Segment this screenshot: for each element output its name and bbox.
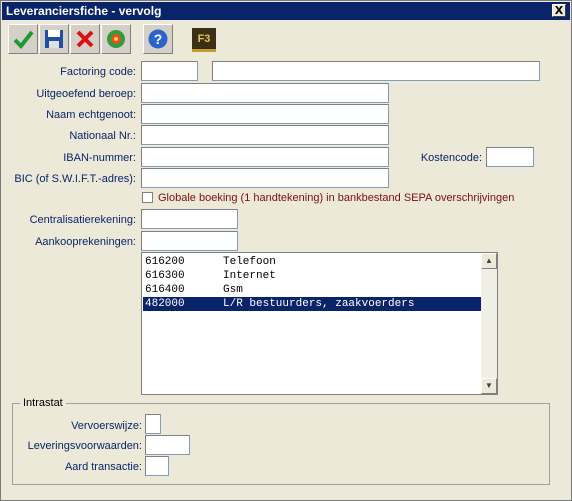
- list-item[interactable]: 616300 Internet: [143, 269, 482, 283]
- checkmark-icon: [13, 30, 34, 50]
- levering-input[interactable]: [145, 435, 190, 455]
- aankoop-input[interactable]: [141, 231, 238, 251]
- kostencode-label: Kostencode:: [420, 152, 482, 164]
- f3-shortcut-icon[interactable]: F3: [192, 28, 216, 52]
- account-code: 616400: [145, 284, 185, 296]
- nationaal-label: Nationaal Nr.:: [69, 130, 136, 142]
- globale-boeking-checkbox[interactable]: [142, 192, 153, 203]
- account-code: 616300: [145, 270, 185, 282]
- account-name: Telefoon: [223, 256, 276, 268]
- color-circle-icon: [107, 30, 125, 48]
- account-name: Gsm: [223, 284, 243, 296]
- list-item[interactable]: 616400 Gsm: [143, 283, 482, 297]
- factoring-code-input[interactable]: [141, 61, 198, 81]
- factoring-description-input[interactable]: [212, 61, 540, 81]
- echtgenoot-label: Naam echtgenoot:: [46, 109, 136, 121]
- confirm-button[interactable]: [8, 24, 38, 54]
- svg-text:?: ?: [154, 31, 163, 47]
- vertical-scrollbar[interactable]: ▲ ▼: [481, 253, 497, 394]
- echtgenoot-input[interactable]: [141, 104, 389, 124]
- vervoer-input[interactable]: [145, 414, 161, 434]
- account-code: 482000: [145, 298, 185, 310]
- red-x-icon: [76, 30, 94, 48]
- nationaal-input[interactable]: [141, 125, 389, 145]
- intrastat-title: Intrastat: [20, 397, 66, 409]
- floppy-disk-icon: [45, 30, 63, 48]
- accounts-listbox[interactable]: 616200 Telefoon 616300 Internet 616400 G…: [141, 252, 498, 395]
- iban-label: IBAN-nummer:: [63, 152, 136, 164]
- globale-boeking-label: Globale boeking (1 handtekening) in bank…: [158, 192, 515, 204]
- account-name: Internet: [223, 270, 276, 282]
- question-icon: ?: [148, 29, 168, 49]
- vervoer-label: Vervoerswijze:: [71, 420, 142, 432]
- beroep-input[interactable]: [141, 83, 389, 103]
- iban-input[interactable]: [141, 147, 389, 167]
- title-bar: Leveranciersfiche - vervolg X: [2, 2, 570, 20]
- save-button[interactable]: [39, 24, 69, 54]
- account-code: 616200: [145, 256, 185, 268]
- refresh-button[interactable]: [101, 24, 131, 54]
- bic-input[interactable]: [141, 168, 389, 188]
- centralisatie-label: Centralisatierekening:: [29, 214, 136, 226]
- aard-input[interactable]: [145, 456, 169, 476]
- window-title: Leveranciersfiche - vervolg: [6, 4, 162, 18]
- close-button[interactable]: X: [552, 4, 566, 17]
- aard-label: Aard transactie:: [64, 461, 142, 473]
- close-icon: X: [554, 4, 564, 17]
- factoring-code-label: Factoring code:: [60, 66, 136, 78]
- aankoop-label: Aankooprekeningen:: [35, 236, 136, 248]
- centralisatie-input[interactable]: [141, 209, 238, 229]
- kostencode-input[interactable]: [486, 147, 534, 167]
- beroep-label: Uitgeoefend beroep:: [36, 88, 136, 100]
- scroll-up-icon[interactable]: ▲: [481, 253, 497, 269]
- list-item-selected[interactable]: 482000 L/R bestuurders, zaakvoerders: [143, 297, 482, 311]
- cancel-button[interactable]: [70, 24, 100, 54]
- list-item[interactable]: 616200 Telefoon: [143, 255, 482, 269]
- scroll-down-icon[interactable]: ▼: [481, 378, 497, 394]
- bic-label: BIC (of S.W.I.F.T.-adres):: [14, 173, 136, 185]
- account-name: L/R bestuurders, zaakvoerders: [223, 298, 415, 310]
- help-button[interactable]: ?: [143, 24, 173, 54]
- levering-label: Leveringsvoorwaarden:: [27, 440, 142, 452]
